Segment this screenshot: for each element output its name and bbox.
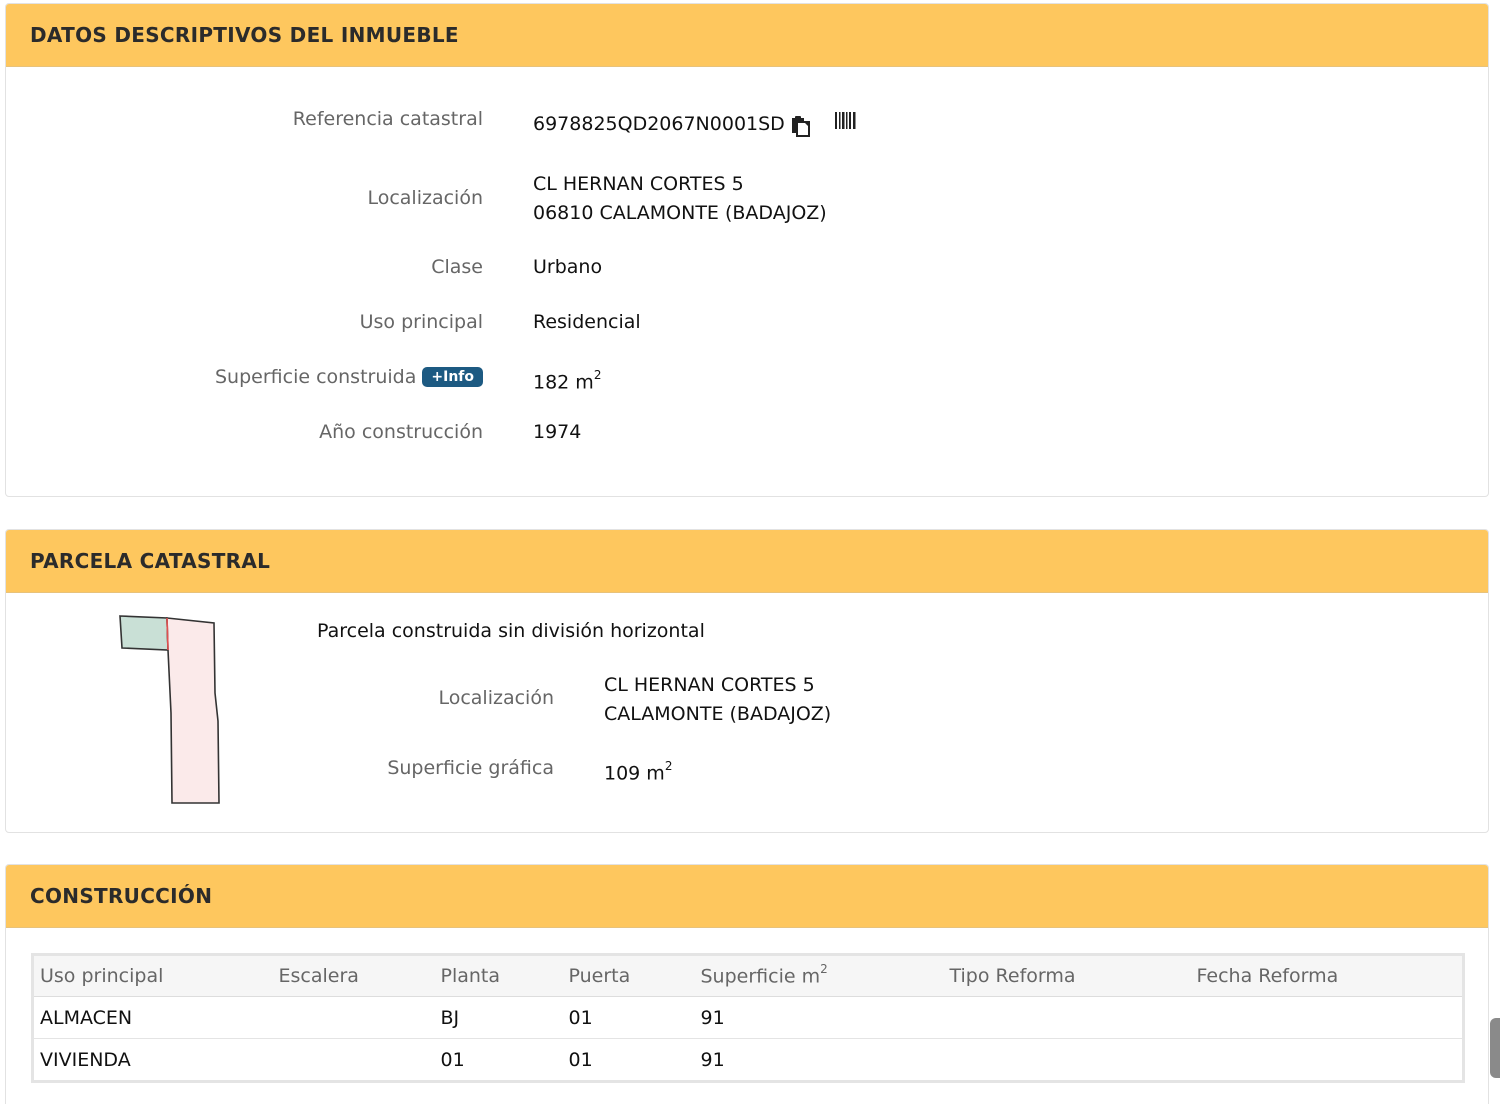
cell-escalera	[272, 1038, 435, 1082]
superficie-grafica-number: 109 m	[604, 762, 665, 785]
uso-principal-value: Residencial	[533, 311, 641, 333]
parcela-localizacion-line1: CL HERNAN CORTES 5	[604, 674, 815, 696]
parcela-annex-shape	[119, 615, 169, 651]
localizacion-label: Localización	[367, 187, 483, 209]
header-superficie: Superficie m2	[694, 954, 944, 997]
cell-superficie: 91	[694, 996, 944, 1039]
construccion-panel-title: CONSTRUCCIÓN	[6, 865, 1488, 928]
parcela-panel-title: PARCELA CATASTRAL	[6, 530, 1488, 593]
localizacion-line2: 06810 CALAMONTE (BADAJOZ)	[533, 202, 827, 224]
superficie-grafica-value: 109 m2	[604, 754, 672, 788]
cell-superficie: 91	[694, 1038, 944, 1082]
superficie-grafica-label: Superficie gráfica	[387, 757, 554, 779]
ref-catastral-value: 6978825QD2067N0001SD	[533, 113, 785, 135]
cell-escalera	[272, 996, 435, 1039]
cell-planta: 01	[434, 1038, 563, 1082]
construccion-panel: CONSTRUCCIÓN Uso principal Escalera Plan…	[5, 864, 1489, 1104]
header-puerta: Puerta	[562, 954, 695, 997]
header-uso-principal: Uso principal	[32, 954, 273, 997]
copy-icon[interactable]	[790, 115, 812, 141]
cell-puerta: 01	[562, 1038, 695, 1082]
superficie-construida-label-row: Superficie construida +Info	[215, 366, 483, 388]
parcela-panel: PARCELA CATASTRAL Parcela construida sin…	[5, 529, 1489, 833]
barcode-icon[interactable]	[834, 112, 858, 134]
localizacion-line1: CL HERNAN CORTES 5	[533, 173, 744, 195]
header-planta: Planta	[434, 954, 563, 997]
header-fecha-reforma: Fecha Reforma	[1190, 954, 1464, 997]
cell-uso: VIVIENDA	[32, 1038, 273, 1082]
header-superficie-exponent: 2	[820, 962, 828, 977]
cell-fecha-reforma	[1190, 1038, 1464, 1082]
anio-construccion-value: 1974	[533, 421, 582, 443]
header-escalera: Escalera	[272, 954, 435, 997]
construccion-table: Uso principal Escalera Planta Puerta Sup…	[31, 953, 1465, 1083]
superficie-construida-value: 182 m2	[533, 363, 601, 397]
header-tipo-reforma: Tipo Reforma	[943, 954, 1191, 997]
cell-fecha-reforma	[1190, 996, 1464, 1039]
table-row: ALMACEN BJ 01 91	[32, 996, 1464, 1039]
uso-principal-label: Uso principal	[359, 311, 483, 333]
scrollbar-thumb[interactable]	[1490, 1018, 1500, 1078]
superficie-grafica-exponent: 2	[664, 759, 673, 773]
table-header-row: Uso principal Escalera Planta Puerta Sup…	[32, 954, 1464, 997]
cell-planta: BJ	[434, 996, 563, 1039]
clase-value: Urbano	[533, 256, 603, 278]
parcela-localizacion-label: Localización	[438, 687, 554, 709]
inmueble-panel: DATOS DESCRIPTIVOS DEL INMUEBLE Referenc…	[5, 3, 1489, 497]
superficie-construida-number: 182 m	[533, 371, 594, 394]
info-button[interactable]: +Info	[422, 367, 483, 387]
parcela-localizacion-line2: CALAMONTE (BADAJOZ)	[604, 703, 832, 725]
table-row: VIVIENDA 01 01 91	[32, 1038, 1464, 1082]
header-superficie-label: Superficie m	[700, 965, 821, 988]
cell-uso: ALMACEN	[32, 996, 273, 1039]
superficie-exponent: 2	[593, 368, 602, 382]
parcela-main-shape	[166, 617, 220, 804]
inmueble-panel-title: DATOS DESCRIPTIVOS DEL INMUEBLE	[6, 4, 1488, 67]
parcela-map[interactable]	[111, 613, 251, 813]
anio-construccion-label: Año construcción	[319, 421, 483, 443]
parcela-description: Parcela construida sin división horizont…	[317, 620, 705, 642]
ref-catastral-label: Referencia catastral	[292, 108, 483, 130]
clase-label: Clase	[431, 256, 483, 278]
cell-tipo-reforma	[943, 1038, 1191, 1082]
cell-puerta: 01	[562, 996, 695, 1039]
cell-tipo-reforma	[943, 996, 1191, 1039]
parcela-boundary-line	[166, 617, 169, 651]
superficie-construida-label: Superficie construida	[214, 366, 417, 388]
